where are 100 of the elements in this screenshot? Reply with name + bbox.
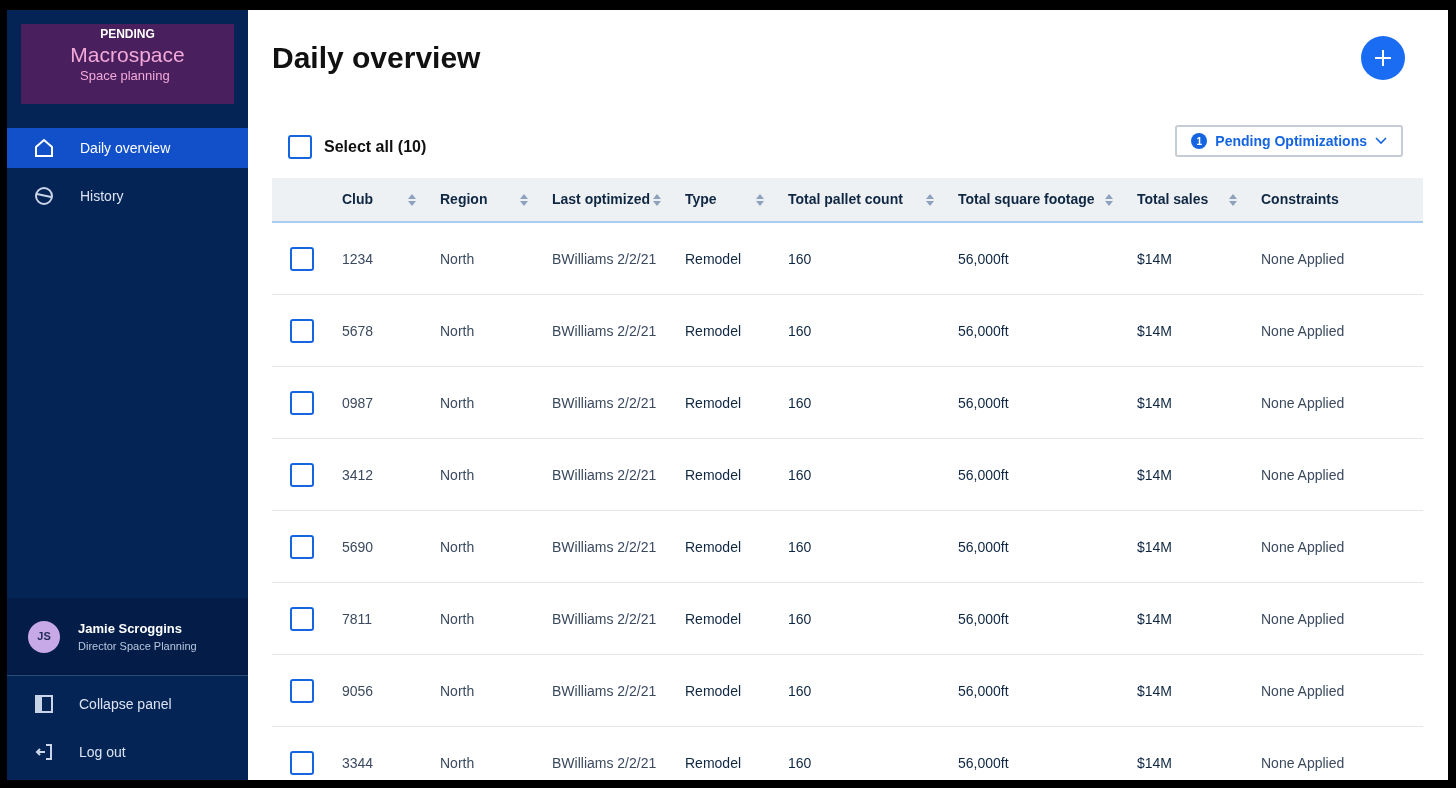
table-cell: Remodel bbox=[685, 682, 742, 699]
table-cell: North bbox=[440, 610, 475, 627]
table-cell: 56,000ft bbox=[958, 394, 1009, 411]
table-cell: Remodel bbox=[685, 250, 742, 267]
table-cell: None Applied bbox=[1261, 466, 1345, 483]
table-cell: North bbox=[440, 394, 475, 411]
checkbox[interactable] bbox=[290, 462, 314, 487]
table-cell: BWilliams 2/2/21 bbox=[552, 250, 657, 267]
nav-item[interactable]: History bbox=[7, 176, 248, 216]
table-cell: Remodel bbox=[685, 610, 742, 627]
table-cell: None Applied bbox=[1261, 538, 1345, 555]
checkbox[interactable] bbox=[290, 534, 314, 559]
table-cell: North bbox=[440, 538, 475, 555]
checkbox[interactable] bbox=[290, 246, 314, 271]
status-label: PENDING bbox=[100, 26, 155, 42]
table-cell: BWilliams 2/2/21 bbox=[552, 682, 657, 699]
table-cell: 56,000ft bbox=[958, 250, 1009, 267]
table-cell: BWilliams 2/2/21 bbox=[552, 538, 657, 555]
table-cell: 1234 bbox=[342, 250, 374, 267]
table-cell: $14M bbox=[1137, 610, 1173, 627]
count-badge: 1 bbox=[1191, 133, 1208, 149]
checkbox[interactable] bbox=[290, 606, 314, 631]
avatar: JS bbox=[28, 620, 60, 653]
table-cell: 160 bbox=[788, 754, 812, 771]
table-cell: 160 bbox=[788, 610, 812, 627]
filter-dropdown[interactable]: 1 Pending Optimizations bbox=[1175, 125, 1403, 157]
checkbox[interactable] bbox=[290, 678, 314, 703]
brand-subtitle: Space planning bbox=[80, 68, 170, 84]
table-cell: North bbox=[440, 322, 475, 339]
table-cell: None Applied bbox=[1261, 610, 1345, 627]
table-cell: 160 bbox=[788, 466, 812, 483]
table-cell: Remodel bbox=[685, 322, 742, 339]
table-cell: 0987 bbox=[342, 394, 374, 411]
home-icon bbox=[34, 138, 54, 158]
table-cell: None Applied bbox=[1261, 682, 1345, 699]
table-cell: 7811 bbox=[342, 610, 373, 627]
table-cell: Remodel bbox=[685, 754, 742, 771]
table-cell: 160 bbox=[788, 538, 812, 555]
table-cell: 160 bbox=[788, 250, 812, 267]
column-header: Club bbox=[342, 190, 374, 209]
column-header: Total square footage bbox=[958, 190, 1095, 209]
page-title: Daily overview bbox=[272, 40, 481, 76]
table-cell: BWilliams 2/2/21 bbox=[552, 466, 657, 483]
table-cell: None Applied bbox=[1261, 754, 1345, 771]
user-name: Jamie Scroggins bbox=[78, 619, 184, 638]
table-cell: 56,000ft bbox=[958, 322, 1009, 339]
table-cell: 3344 bbox=[342, 754, 374, 771]
table-cell: 9056 bbox=[342, 682, 374, 699]
sidebar-link[interactable]: Log out bbox=[7, 728, 248, 776]
table-cell: None Applied bbox=[1261, 250, 1345, 267]
column-header: Last optimized bbox=[552, 190, 650, 209]
sidebar-link[interactable]: Collapse panel bbox=[7, 680, 248, 728]
table-cell: 3412 bbox=[342, 466, 374, 483]
table-cell: $14M bbox=[1137, 538, 1173, 555]
plus-icon bbox=[1374, 49, 1392, 67]
table-cell: None Applied bbox=[1261, 394, 1345, 411]
table-cell: BWilliams 2/2/21 bbox=[552, 394, 657, 411]
table-cell: $14M bbox=[1137, 322, 1173, 339]
table-cell: $14M bbox=[1137, 466, 1173, 483]
checkbox[interactable] bbox=[290, 318, 314, 343]
table-cell: 56,000ft bbox=[958, 754, 1009, 771]
table-cell: Remodel bbox=[685, 394, 742, 411]
checkbox[interactable] bbox=[290, 390, 314, 415]
table-cell: Remodel bbox=[685, 538, 742, 555]
table-cell: 160 bbox=[788, 394, 812, 411]
table-cell: North bbox=[440, 754, 475, 771]
table-cell: BWilliams 2/2/21 bbox=[552, 610, 657, 627]
select-all-label: Select all (10) bbox=[324, 137, 427, 157]
add-button[interactable] bbox=[1361, 36, 1405, 80]
table-cell: North bbox=[440, 682, 475, 699]
nav-item[interactable]: Daily overview bbox=[7, 128, 248, 168]
column-header: Total sales bbox=[1137, 190, 1209, 209]
table-cell: None Applied bbox=[1261, 322, 1345, 339]
table-cell: BWilliams 2/2/21 bbox=[552, 754, 657, 771]
table-cell: 160 bbox=[788, 682, 812, 699]
table-cell: North bbox=[440, 466, 475, 483]
table-cell: 5678 bbox=[342, 322, 374, 339]
table-cell: $14M bbox=[1137, 682, 1173, 699]
column-header: Type bbox=[685, 190, 717, 209]
checkbox[interactable] bbox=[288, 135, 312, 159]
table-cell: $14M bbox=[1137, 250, 1173, 267]
table-cell: 56,000ft bbox=[958, 610, 1009, 627]
table-cell: 56,000ft bbox=[958, 466, 1009, 483]
panel-icon bbox=[35, 695, 53, 713]
table-cell: BWilliams 2/2/21 bbox=[552, 322, 657, 339]
brand-name: Macrospace bbox=[70, 42, 185, 68]
logout-icon bbox=[35, 744, 53, 760]
table-cell: North bbox=[440, 250, 475, 267]
table-cell: Remodel bbox=[685, 466, 742, 483]
user-role: Director Space Planning bbox=[78, 638, 197, 654]
table-cell: 5690 bbox=[342, 538, 374, 555]
checkbox[interactable] bbox=[290, 750, 314, 775]
table-cell: 56,000ft bbox=[958, 682, 1009, 699]
clock-icon bbox=[34, 186, 54, 206]
table-cell: 56,000ft bbox=[958, 538, 1009, 555]
chevron-down-icon bbox=[1375, 137, 1387, 145]
column-header: Region bbox=[440, 190, 488, 209]
table-cell: 160 bbox=[788, 322, 812, 339]
column-header: Constraints bbox=[1261, 190, 1339, 209]
column-header: Total pallet count bbox=[788, 190, 903, 209]
